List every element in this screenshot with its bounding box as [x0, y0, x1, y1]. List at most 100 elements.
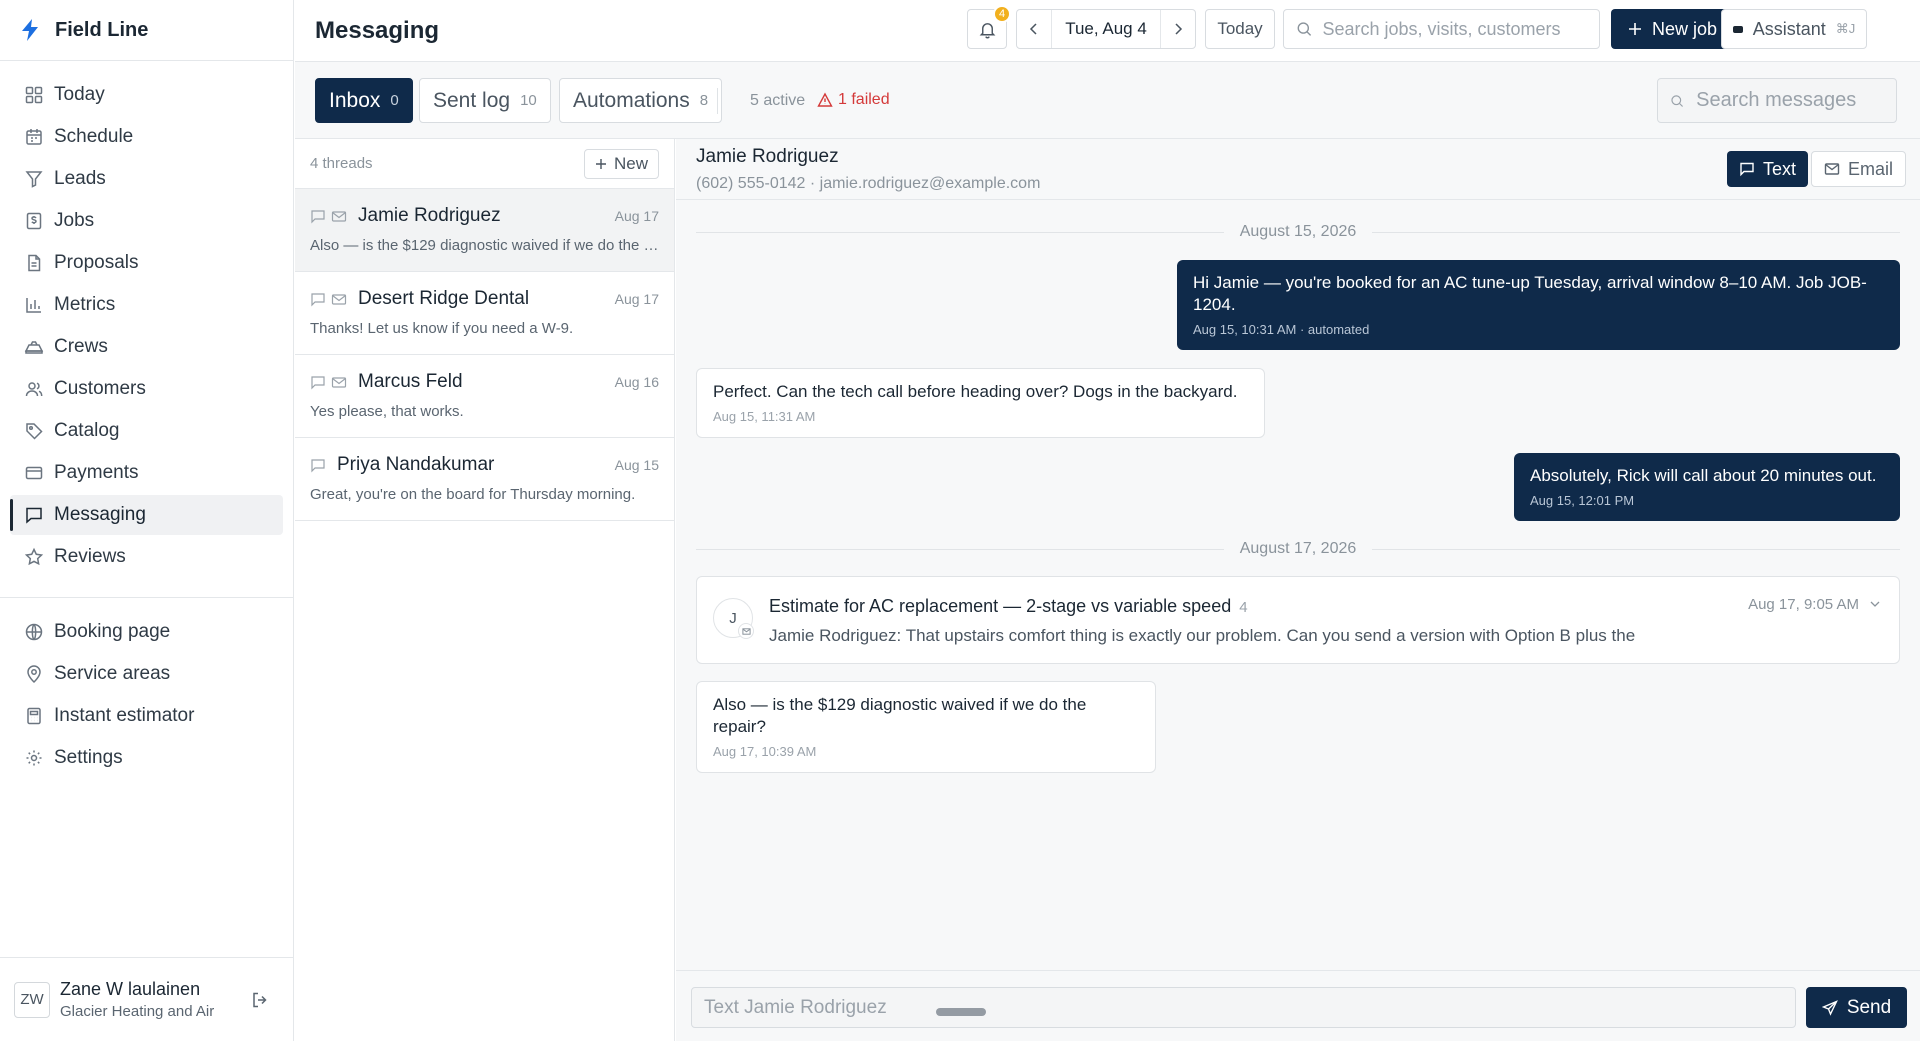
incoming-message: Also — is the $129 diagnostic waived if …: [696, 681, 1156, 773]
sidebar-item-label: Payments: [54, 462, 139, 483]
thread-item-desert-ridge-dental[interactable]: Desert Ridge Dental Aug 17 Thanks! Let u…: [295, 272, 674, 355]
email-thread-card[interactable]: J Estimate for AC replacement — 2-stage …: [696, 576, 1900, 664]
assistant-button[interactable]: Assistant ⌘J: [1721, 9, 1867, 49]
new-thread-button[interactable]: New: [583, 148, 659, 179]
app-name: Field Line: [55, 18, 149, 41]
sidebar-item-schedule[interactable]: Schedule: [10, 117, 283, 157]
thread-name: Desert Ridge Dental: [358, 288, 530, 309]
sidebar-item-metrics[interactable]: Metrics: [10, 285, 283, 325]
automations-failed-status[interactable]: 1 failed: [817, 91, 890, 109]
conversation-panel: Jamie Rodriguez (602) 555-0142 · jamie.r…: [676, 139, 1920, 1041]
sidebar-item-reviews[interactable]: Reviews: [10, 537, 283, 577]
funnel-icon: [25, 171, 43, 188]
thread-name: Priya Nandakumar: [337, 454, 495, 475]
sidebar-item-label: Customers: [54, 378, 146, 399]
sidebar-item-booking-page[interactable]: Booking page: [10, 612, 283, 652]
message-text: Also — is the $129 diagnostic waived if …: [713, 695, 1087, 736]
sidebar-item-catalog[interactable]: Catalog: [10, 411, 283, 451]
email-channel-icon: [331, 210, 347, 222]
channel-email-button[interactable]: Email: [1811, 151, 1907, 187]
mail-badge: [738, 623, 754, 639]
sidebar-item-jobs[interactable]: Jobs: [10, 201, 283, 241]
globe-icon: [25, 623, 43, 641]
tab-automations[interactable]: Automations 8: [559, 78, 723, 123]
thread-name: Jamie Rodriguez: [358, 205, 501, 226]
next-day-button[interactable]: [1161, 10, 1195, 48]
sidebar-item-proposals[interactable]: Proposals: [10, 243, 283, 283]
thread-preview: Yes please, that works.: [310, 403, 464, 420]
thread-item-priya-nandakumar[interactable]: Priya Nandakumar Aug 15 Great, you're on…: [295, 438, 674, 521]
thread-date: Aug 16: [614, 374, 659, 390]
tab-label: Automations: [573, 88, 690, 112]
channel-text-label: Text: [1763, 158, 1797, 179]
contact-name: Jamie Rodriguez: [696, 146, 839, 167]
composer-input[interactable]: [704, 996, 1795, 1019]
global-search-input[interactable]: [1322, 18, 1599, 40]
message-text: Perfect. Can the tech call before headin…: [713, 382, 1238, 401]
thread-list-header: 4 threads New: [295, 139, 674, 189]
message-meta: Aug 15, 11:31 AM: [713, 409, 816, 424]
message-meta: Aug 15, 12:01 PM: [1530, 493, 1635, 508]
sms-channel-icon: [311, 375, 325, 389]
sidebar-item-payments[interactable]: Payments: [10, 453, 283, 493]
new-job-button[interactable]: New job: [1611, 9, 1733, 49]
sms-channel-icon: [311, 458, 325, 472]
sidebar-item-label: Catalog: [54, 420, 120, 441]
email-message-count: 4: [1239, 599, 1248, 616]
logout-icon[interactable]: [250, 990, 270, 1010]
new-thread-label: New: [613, 153, 648, 173]
sidebar-item-messaging[interactable]: Messaging: [10, 495, 283, 535]
message-meta: Aug 15, 10:31 AM · automated: [1193, 322, 1370, 337]
chat-icon: [26, 507, 42, 524]
channel-email-label: Email: [1848, 158, 1894, 179]
sidebar-item-label: Instant estimator: [54, 705, 195, 726]
nav-divider: [0, 597, 293, 598]
tab-count: 8: [699, 92, 709, 109]
message-search-input[interactable]: [1696, 89, 1896, 112]
thread-item-marcus-feld[interactable]: Marcus Feld Aug 16 Yes please, that work…: [295, 355, 674, 438]
email-subject-text: Estimate for AC replacement — 2-stage vs…: [769, 596, 1232, 616]
message-meta: Aug 17, 10:39 AM: [713, 744, 817, 759]
date-navigator: Tue, Aug 4: [1016, 9, 1196, 49]
sidebar-item-label: Settings: [54, 747, 123, 768]
previous-day-button[interactable]: [1017, 10, 1051, 48]
users-icon: [25, 382, 43, 397]
resize-handle[interactable]: [936, 1008, 986, 1016]
notifications-button[interactable]: 4: [967, 5, 1011, 49]
sidebar-item-today[interactable]: Today: [10, 75, 283, 115]
today-button[interactable]: Today: [1205, 9, 1275, 49]
global-search[interactable]: [1283, 9, 1600, 49]
tab-sent-log[interactable]: Sent log 10: [419, 78, 551, 123]
failed-label: 1 failed: [838, 91, 890, 108]
tab-count: 0: [390, 92, 399, 109]
chevron-down-icon[interactable]: [1869, 598, 1881, 610]
sidebar-item-service-areas[interactable]: Service areas: [10, 654, 283, 694]
date-separator: August 17, 2026: [696, 539, 1900, 559]
channel-text-button[interactable]: Text: [1727, 151, 1809, 187]
sidebar-item-settings[interactable]: Settings: [10, 738, 283, 778]
tab-inbox[interactable]: Inbox 0: [315, 78, 413, 123]
avatar[interactable]: ZW: [14, 981, 50, 1018]
top-bar: Messaging 4 Tue, Aug 4 Today New job Ass…: [295, 0, 1920, 62]
send-button[interactable]: Send: [1806, 987, 1907, 1028]
pin-icon: [27, 665, 41, 684]
sidebar-item-crews[interactable]: Crews: [10, 327, 283, 367]
composer-field[interactable]: [691, 987, 1796, 1028]
user-name: Zane W laulainen: [60, 979, 201, 999]
current-date[interactable]: Tue, Aug 4: [1051, 10, 1161, 48]
outgoing-message: Absolutely, Rick will call about 20 minu…: [1514, 453, 1900, 521]
brand[interactable]: Field Line: [0, 0, 293, 61]
send-label: Send: [1846, 996, 1892, 1018]
email-snippet: Jamie Rodriguez: That upstairs comfort t…: [769, 626, 1636, 645]
sidebar-item-customers[interactable]: Customers: [10, 369, 283, 409]
warning-icon: [817, 92, 833, 107]
message-search[interactable]: [1657, 78, 1897, 123]
thread-item-jamie-rodriguez[interactable]: Jamie Rodriguez Aug 17 Also — is the $12…: [295, 189, 674, 272]
tag-icon: [26, 423, 43, 440]
sidebar-item-instant-estimator[interactable]: Instant estimator: [10, 696, 283, 736]
tab-label: Inbox: [329, 88, 381, 112]
email-date: Aug 17, 9:05 AM: [1748, 596, 1859, 613]
grid-icon: [25, 86, 43, 104]
sidebar-item-leads[interactable]: Leads: [10, 159, 283, 199]
contact-details: (602) 555-0142 · jamie.rodriguez@example…: [696, 175, 1041, 192]
